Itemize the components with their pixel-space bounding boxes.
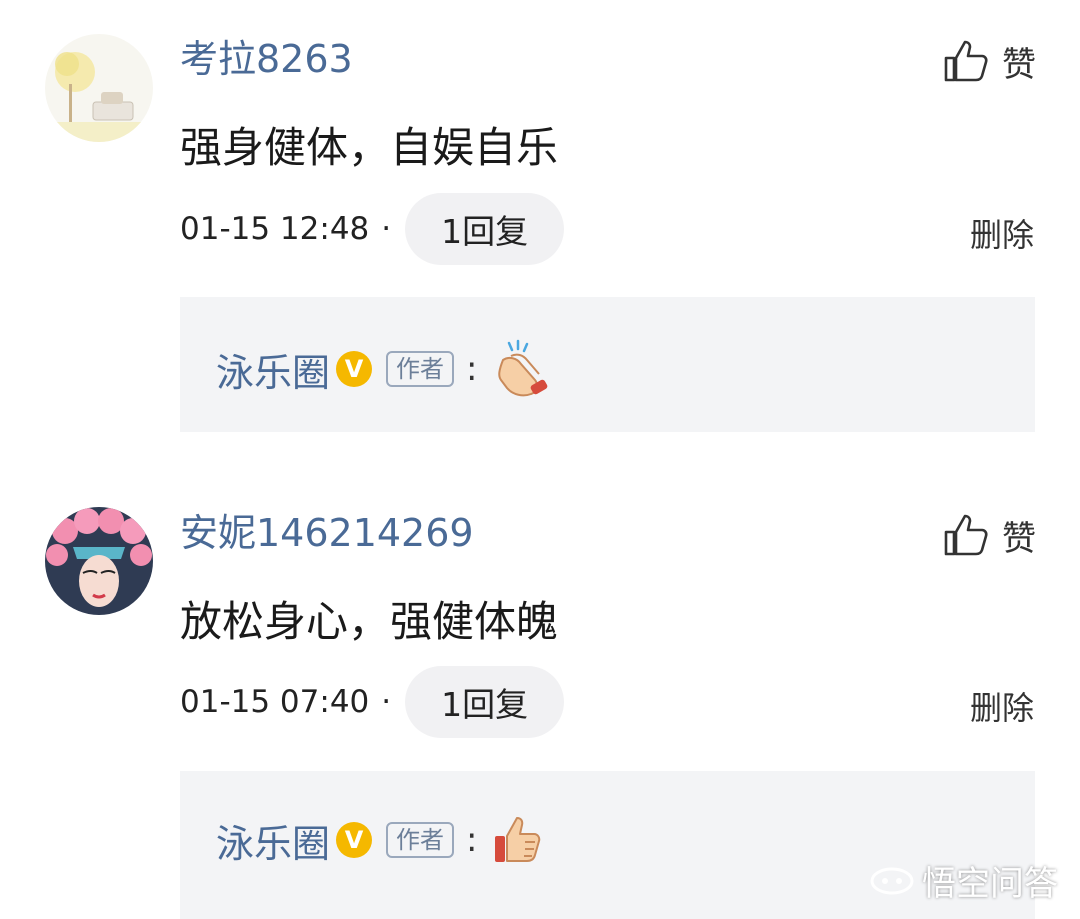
verified-badge-icon: V (336, 822, 373, 858)
comment-meta: 01-15 12:48 · 1回复 (180, 193, 565, 265)
timestamp: 01-15 07:40 (180, 684, 370, 720)
separator-dot: · (381, 684, 392, 720)
reply-count-button[interactable]: 1回复 (405, 666, 565, 738)
thumbs-up-emoji-icon (495, 817, 541, 862)
reply-colon: : (466, 349, 478, 389)
watermark: 悟空问答 (870, 856, 1058, 905)
reply-author[interactable]: 泳乐圈 (216, 813, 330, 868)
clapping-hands-emoji-icon (498, 339, 548, 397)
thumbs-up-outline-icon (944, 514, 988, 556)
comment-text: 放松身心，强健体魄 (180, 597, 559, 646)
thumbs-up-outline-icon (944, 40, 988, 82)
verified-badge-icon: V (336, 351, 373, 387)
comment-meta: 01-15 07:40 · 1回复 (180, 666, 565, 738)
like-label: 赞 (1002, 518, 1036, 559)
username[interactable]: 安妮146214269 (180, 514, 474, 552)
comment-text: 强身健体，自娱自乐 (180, 123, 559, 172)
separator-dot: · (381, 211, 392, 247)
reply-count-button[interactable]: 1回复 (405, 193, 565, 265)
reply-colon: : (466, 820, 478, 860)
reply-author[interactable]: 泳乐圈 (216, 342, 330, 397)
like-button[interactable]: 赞 (942, 510, 1036, 560)
avatar[interactable] (45, 34, 153, 142)
like-button[interactable]: 赞 (942, 36, 1036, 86)
like-label: 赞 (1002, 44, 1036, 85)
wukong-logo-icon (870, 867, 914, 894)
author-tag: 作者 (386, 350, 455, 388)
watermark-text: 悟空问答 (922, 864, 1058, 904)
delete-button[interactable]: 删除 (970, 683, 1034, 729)
reply-line: 泳乐圈 V 作者 : (216, 338, 553, 400)
delete-button[interactable]: 删除 (970, 210, 1034, 256)
reply-preview[interactable]: 泳乐圈 V 作者 : (180, 297, 1035, 432)
reply-line: 泳乐圈 V 作者 : (216, 812, 547, 868)
avatar[interactable] (45, 507, 153, 615)
author-tag: 作者 (386, 821, 455, 859)
username[interactable]: 考拉8263 (180, 40, 353, 78)
timestamp: 01-15 12:48 (180, 211, 370, 247)
